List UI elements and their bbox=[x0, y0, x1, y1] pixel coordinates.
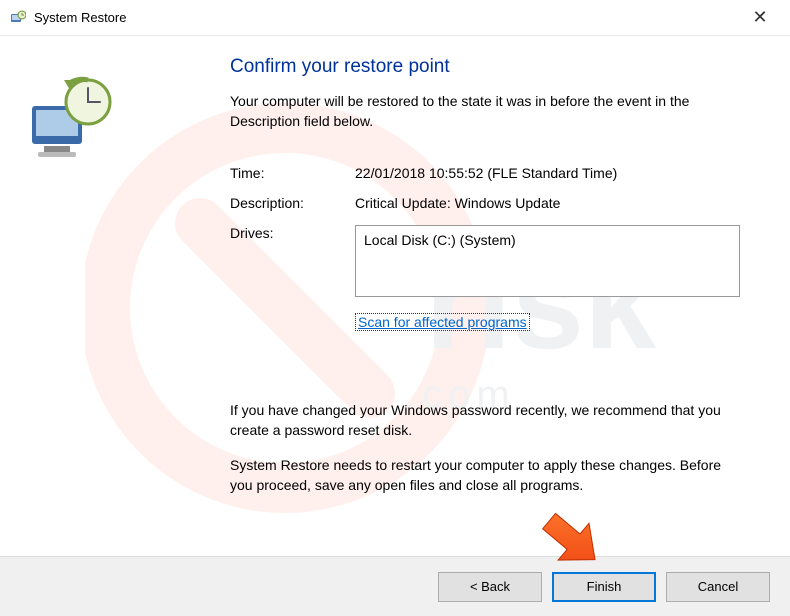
drives-item[interactable]: Local Disk (C:) (System) bbox=[364, 232, 731, 248]
finish-button[interactable]: Finish bbox=[552, 572, 656, 602]
description-row: Description: Critical Update: Windows Up… bbox=[230, 195, 740, 211]
scan-affected-programs-link[interactable]: Scan for affected programs bbox=[355, 313, 530, 331]
footer-button-bar: < Back Finish Cancel bbox=[0, 556, 790, 616]
system-restore-graphic bbox=[26, 76, 116, 166]
description-value: Critical Update: Windows Update bbox=[355, 195, 740, 211]
left-column bbox=[20, 56, 230, 546]
drives-listbox[interactable]: Local Disk (C:) (System) bbox=[355, 225, 740, 297]
password-warning-text: If you have changed your Windows passwor… bbox=[230, 401, 740, 440]
back-button[interactable]: < Back bbox=[438, 572, 542, 602]
content-area: Confirm your restore point Your computer… bbox=[0, 36, 790, 546]
page-subtext: Your computer will be restored to the st… bbox=[230, 92, 740, 131]
description-label: Description: bbox=[230, 195, 355, 211]
time-row: Time: 22/01/2018 10:55:52 (FLE Standard … bbox=[230, 165, 740, 181]
right-column: Confirm your restore point Your computer… bbox=[230, 56, 770, 546]
warnings: If you have changed your Windows passwor… bbox=[230, 401, 740, 495]
cancel-button[interactable]: Cancel bbox=[666, 572, 770, 602]
page-heading: Confirm your restore point bbox=[230, 56, 740, 78]
scan-row: Scan for affected programs bbox=[230, 305, 740, 331]
titlebar: System Restore ✕ bbox=[0, 0, 790, 36]
time-label: Time: bbox=[230, 165, 355, 181]
close-button[interactable]: ✕ bbox=[740, 7, 780, 28]
system-restore-icon bbox=[10, 10, 26, 26]
drives-label: Drives: bbox=[230, 225, 355, 241]
drives-value-container: Local Disk (C:) (System) bbox=[355, 225, 740, 297]
restart-warning-text: System Restore needs to restart your com… bbox=[230, 456, 740, 495]
window-title: System Restore bbox=[34, 10, 740, 25]
drives-row: Drives: Local Disk (C:) (System) bbox=[230, 225, 740, 297]
time-value: 22/01/2018 10:55:52 (FLE Standard Time) bbox=[355, 165, 740, 181]
